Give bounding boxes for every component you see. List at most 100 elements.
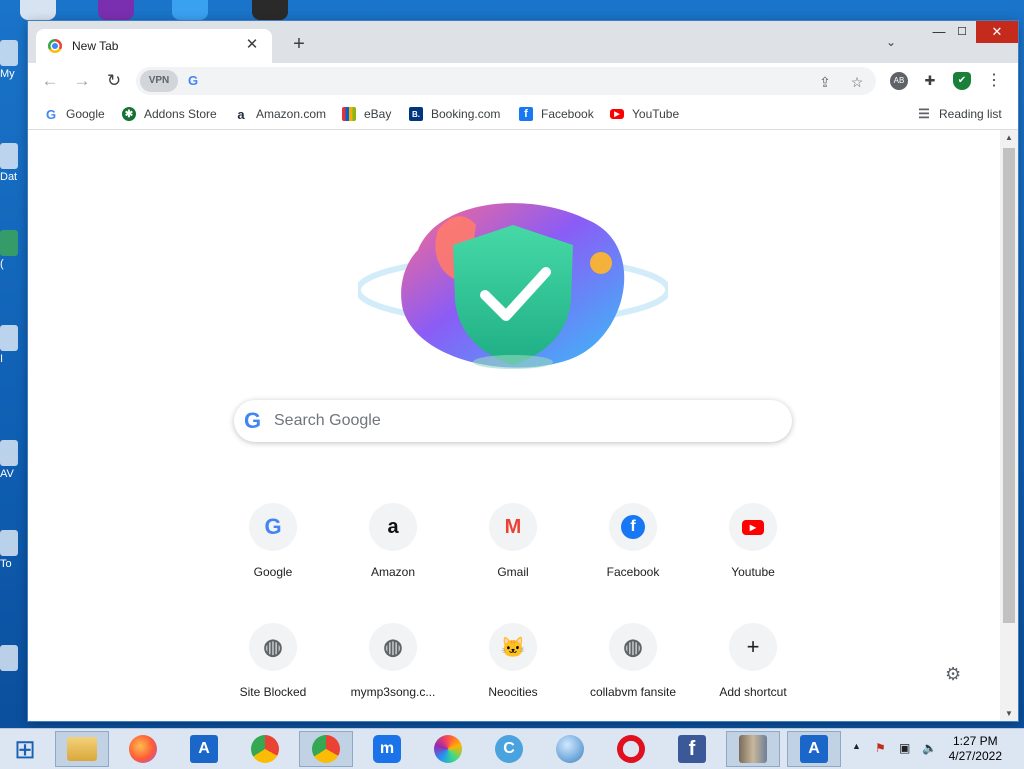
desktop-icon-av[interactable]: AV: [0, 440, 24, 480]
shortcut-youtube[interactable]: ▶ Youtube: [697, 495, 809, 599]
vertical-scrollbar[interactable]: ▲ ▼: [1000, 130, 1018, 721]
desktop-icon-7[interactable]: [0, 645, 24, 673]
maximize-button[interactable]: ☐: [946, 21, 978, 43]
extensions-puzzle-icon[interactable]: ✚: [921, 72, 939, 90]
scroll-down-icon[interactable]: ▼: [1000, 709, 1018, 718]
network-icon[interactable]: ▣: [899, 741, 910, 755]
google-logo-icon: G: [244, 408, 262, 433]
scrollbar-thumb[interactable]: [1003, 148, 1015, 623]
taskbar-app-a[interactable]: A: [177, 731, 231, 767]
search-box[interactable]: G Search Google: [234, 400, 792, 442]
taskbar-maxthon[interactable]: m: [360, 731, 414, 767]
maxthon-icon: m: [373, 735, 401, 763]
booking-icon: B.: [409, 107, 423, 121]
youtube-icon: ▶: [610, 109, 624, 119]
shortcut-mymp3song[interactable]: ◍ mymp3song.c...: [337, 615, 449, 719]
toolbar: ← → ↻ VPN G ⇪ ☆ AB ✚ ✔ ⋮: [28, 63, 1018, 99]
bookmark-ebay[interactable]: eBay: [342, 105, 391, 123]
browser-window: New Tab ✕ + ⌄ — ☐ ✕ ← → ↻ VPN G ⇪ ☆ AB ✚…: [28, 21, 1018, 721]
shortcut-google[interactable]: G Google: [217, 495, 329, 599]
new-tab-button[interactable]: +: [288, 34, 310, 56]
scroll-up-icon[interactable]: ▲: [1000, 133, 1018, 142]
desktop-icon-top-4[interactable]: [252, 0, 288, 20]
volume-icon[interactable]: 🔈: [922, 741, 937, 755]
taskbar-globe-app[interactable]: [543, 731, 597, 767]
desktop-icon-top-1[interactable]: [20, 0, 56, 20]
share-icon[interactable]: ⇪: [814, 71, 836, 93]
clock[interactable]: 1:27 PM 4/27/2022: [949, 734, 1002, 764]
shortcut-neocities[interactable]: 🐱 Neocities: [457, 615, 569, 719]
vpn-shield-illustration: [358, 203, 668, 369]
omnibox[interactable]: VPN G ⇪ ☆: [136, 67, 876, 95]
tray-chevron-icon[interactable]: ▲: [852, 741, 861, 751]
addons-store-icon: ✱: [122, 107, 136, 121]
bookmark-booking[interactable]: B. Booking.com: [409, 105, 500, 123]
taskbar-facebook[interactable]: f: [665, 731, 719, 767]
back-button[interactable]: ←: [38, 69, 62, 93]
colorful-browser-icon: [434, 735, 462, 763]
taskbar-firefox[interactable]: [116, 731, 170, 767]
facebook-icon: f: [609, 503, 657, 551]
ebay-icon: [342, 107, 356, 121]
a-app-icon: A: [190, 735, 218, 763]
desktop-icon-top-3[interactable]: [172, 0, 208, 20]
shortcut-gmail[interactable]: M Gmail: [457, 495, 569, 599]
desktop-icon-data[interactable]: Dat: [0, 143, 24, 183]
shield-extension-icon[interactable]: ✔: [953, 72, 971, 90]
bookmark-addons-store[interactable]: ✱ Addons Store: [122, 105, 217, 123]
bookmarks-bar: G Google ✱ Addons Store a Amazon.com eBa…: [28, 99, 1018, 130]
desktop-icon-top-2[interactable]: [98, 0, 134, 20]
taskbar-browser-active[interactable]: [299, 731, 353, 767]
tab-strip: New Tab ✕ + ⌄ — ☐ ✕: [28, 21, 1018, 63]
menu-icon[interactable]: ⋮: [985, 72, 1003, 90]
bookmark-google[interactable]: G Google: [44, 105, 105, 123]
taskbar-chrome[interactable]: [238, 731, 292, 767]
desktop-icon-4[interactable]: I: [0, 325, 24, 365]
customize-icon[interactable]: ⚙: [945, 664, 961, 685]
opera-icon: [617, 735, 645, 763]
adblock-icon[interactable]: AB: [890, 72, 908, 90]
taskbar-colorful-browser[interactable]: [421, 731, 475, 767]
vpn-icon[interactable]: VPN: [140, 70, 178, 92]
tab-close-icon[interactable]: ✕: [242, 35, 262, 55]
taskbar-file-explorer[interactable]: [55, 731, 109, 767]
facebook-icon: f: [519, 107, 533, 121]
reload-button[interactable]: ↻: [102, 69, 126, 93]
shortcut-collabvm-fansite[interactable]: ◍ collabvm fansite: [577, 615, 689, 719]
browser-icon: [312, 735, 340, 763]
forward-button[interactable]: →: [70, 69, 94, 93]
shortcut-amazon[interactable]: a Amazon: [337, 495, 449, 599]
folder-icon: [67, 737, 97, 761]
start-button[interactable]: ⊞: [0, 731, 50, 767]
globe-icon: ◍: [369, 623, 417, 671]
taskbar-app-a-active[interactable]: A: [787, 731, 841, 767]
tab-search-button[interactable]: ⌄: [886, 35, 896, 49]
archive-icon: [739, 735, 767, 763]
add-shortcut-button[interactable]: + Add shortcut: [697, 615, 809, 719]
ccleaner-icon: C: [495, 735, 523, 763]
chrome-icon: [251, 735, 279, 763]
action-center-flag-icon[interactable]: ⚑: [875, 741, 886, 755]
reading-list-button[interactable]: ☰ Reading list: [917, 105, 1002, 123]
firefox-icon: [129, 735, 157, 763]
youtube-icon: ▶: [729, 503, 777, 551]
desktop-icon-3[interactable]: (: [0, 230, 24, 270]
tab-title: New Tab: [72, 39, 119, 53]
bookmark-amazon[interactable]: a Amazon.com: [234, 105, 326, 123]
tab-new-tab[interactable]: New Tab ✕: [36, 29, 272, 63]
google-icon: G: [188, 73, 199, 88]
taskbar-opera[interactable]: [604, 731, 658, 767]
shortcut-site-blocked[interactable]: ◍ Site Blocked: [217, 615, 329, 719]
a-app-icon: A: [800, 735, 828, 763]
taskbar-archive[interactable]: [726, 731, 780, 767]
close-window-button[interactable]: ✕: [976, 21, 1018, 43]
taskbar-ccleaner[interactable]: C: [482, 731, 536, 767]
bookmark-youtube[interactable]: ▶ YouTube: [610, 105, 679, 123]
bookmark-facebook[interactable]: f Facebook: [519, 105, 594, 123]
desktop-icon-to[interactable]: To: [0, 530, 24, 570]
taskbar: ⊞ A m C f A ▲ ⚑ ▣ 🔈 1:27 PM 4/27/2022: [0, 728, 1024, 769]
amazon-icon: a: [237, 106, 245, 122]
desktop-icon-my[interactable]: My: [0, 40, 24, 80]
bookmark-star-icon[interactable]: ☆: [846, 71, 868, 93]
shortcut-facebook[interactable]: f Facebook: [577, 495, 689, 599]
